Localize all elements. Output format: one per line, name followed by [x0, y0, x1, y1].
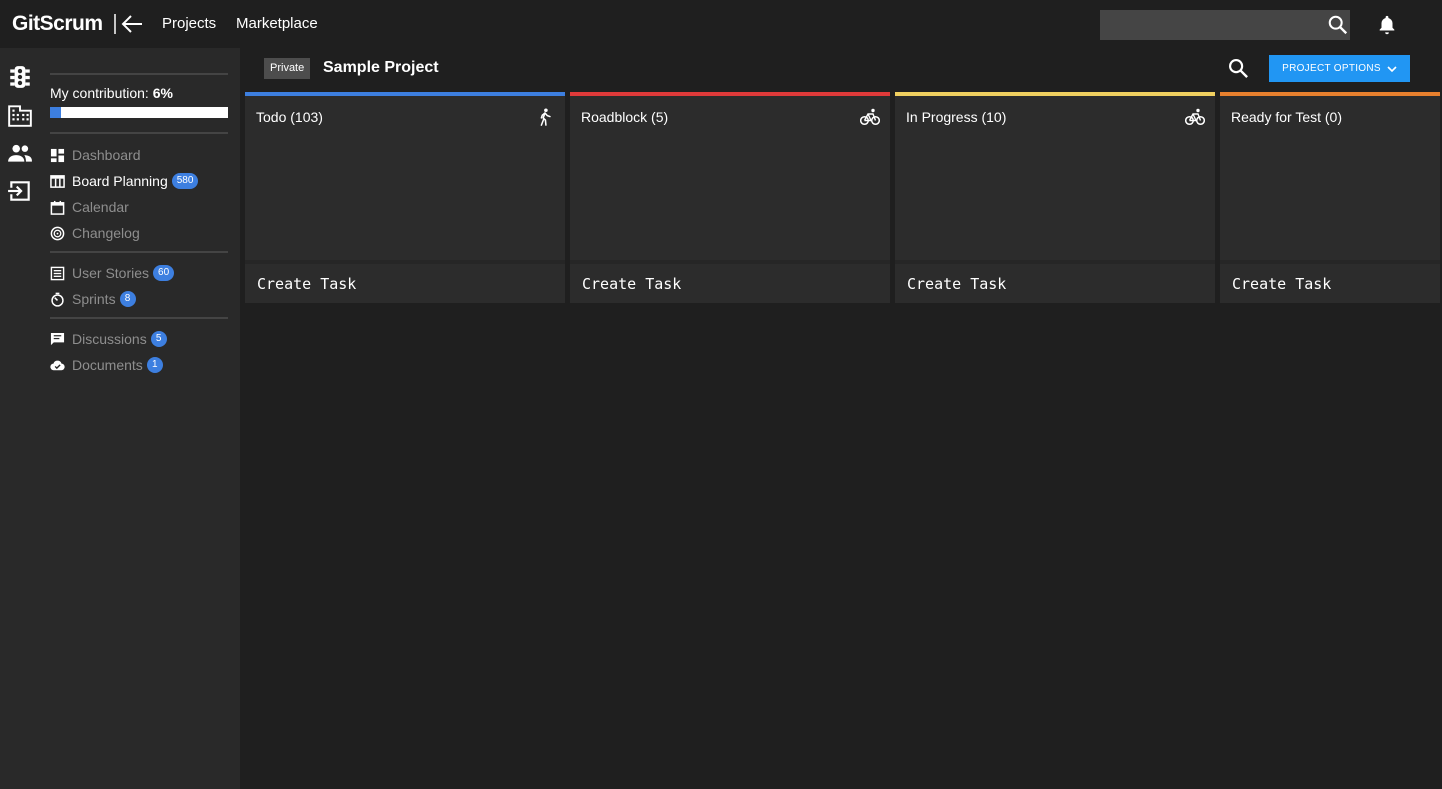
building-icon[interactable]	[7, 102, 33, 128]
dashboard-icon	[50, 148, 65, 162]
board-column-ready-for-test: Ready for Test (0) Create Task	[1220, 92, 1440, 303]
sidebar-item-discussions[interactable]: Discussions 5	[50, 329, 167, 349]
project-options-label: PROJECT OPTIONS	[1282, 63, 1381, 74]
search-input[interactable]	[1100, 10, 1350, 40]
column-title: Todo (103)	[256, 109, 323, 125]
visibility-tag: Private	[264, 58, 311, 79]
bell-icon[interactable]	[1376, 14, 1398, 36]
column-color-bar	[1220, 92, 1440, 96]
bike-icon	[860, 108, 880, 126]
column-color-bar	[895, 92, 1215, 96]
sidebar-item-label: Sprints	[72, 291, 116, 307]
column-color-bar	[570, 92, 890, 96]
progress-fill	[50, 107, 61, 118]
chat-icon	[50, 332, 65, 345]
count-badge: 5	[150, 331, 167, 347]
chevron-down-icon	[1387, 65, 1397, 72]
column-title: Ready for Test (0)	[1231, 109, 1343, 125]
list-icon	[50, 266, 65, 280]
contribution-label: My contribution: 6%	[50, 85, 173, 101]
sidebar: My contribution: 6% Dashboard Board Plan…	[40, 48, 240, 789]
sidebar-item-label: Changelog	[72, 225, 140, 241]
create-task-button[interactable]: Create Task	[895, 264, 1215, 303]
traffic-light-icon[interactable]	[7, 64, 33, 90]
count-badge: 580	[171, 173, 199, 189]
column-title: Roadblock (5)	[581, 109, 669, 125]
people-icon[interactable]	[7, 140, 33, 166]
board-icon	[50, 174, 65, 188]
create-task-button[interactable]: Create Task	[1220, 264, 1440, 303]
sidebar-item-sprints[interactable]: Sprints 8	[50, 289, 136, 309]
sidebar-item-label: Calendar	[72, 199, 129, 215]
exit-icon[interactable]	[7, 178, 33, 204]
sidebar-item-label: Documents	[72, 357, 143, 373]
nav-marketplace[interactable]: Marketplace	[236, 15, 318, 32]
sidebar-item-changelog[interactable]: Changelog	[50, 223, 140, 243]
nav-projects[interactable]: Projects	[162, 15, 216, 32]
count-badge: 1	[146, 357, 163, 373]
search-icon[interactable]	[1327, 14, 1349, 36]
board-column-todo: Todo (103) Create Task	[245, 92, 565, 303]
column-color-bar	[245, 92, 565, 96]
sidebar-item-label: Discussions	[72, 331, 147, 347]
changelog-icon	[50, 226, 65, 240]
walker-icon	[540, 108, 551, 126]
divider	[50, 251, 228, 253]
contribution-value: 6%	[152, 85, 173, 101]
sidebar-item-board-planning[interactable]: Board Planning 580	[50, 171, 199, 191]
sidebar-item-label: User Stories	[72, 265, 150, 281]
column-title: In Progress (10)	[906, 109, 1007, 125]
project-options-button[interactable]: PROJECT OPTIONS	[1269, 55, 1410, 82]
count-badge: 60	[153, 265, 175, 281]
top-bar: GitScrum Projects Marketplace	[0, 0, 1442, 48]
sidebar-item-user-stories[interactable]: User Stories 60	[50, 263, 175, 283]
sidebar-item-calendar[interactable]: Calendar	[50, 197, 129, 217]
timer-icon	[51, 292, 64, 307]
sidebar-item-documents[interactable]: Documents 1	[50, 355, 163, 375]
search-icon[interactable]	[1227, 57, 1250, 80]
sidebar-item-label: Dashboard	[72, 147, 141, 163]
page-title: Sample Project	[323, 59, 439, 76]
create-task-button[interactable]: Create Task	[570, 264, 890, 303]
board-column-roadblock: Roadblock (5) Create Task	[570, 92, 890, 303]
logo[interactable]: GitScrum	[12, 12, 103, 36]
contribution-progress-bar	[50, 107, 228, 118]
bike-icon	[1185, 108, 1205, 126]
count-badge: 8	[119, 291, 136, 307]
create-task-button[interactable]: Create Task	[245, 264, 565, 303]
icon-rail	[0, 48, 40, 789]
sidebar-item-dashboard[interactable]: Dashboard	[50, 145, 141, 165]
back-arrow-icon[interactable]	[113, 12, 145, 36]
board-column-in-progress: In Progress (10) Create Task	[895, 92, 1215, 303]
calendar-icon	[50, 200, 65, 215]
divider	[50, 132, 228, 134]
sidebar-item-label: Board Planning	[72, 173, 168, 189]
divider	[50, 317, 228, 319]
cloud-icon	[50, 360, 65, 370]
divider	[50, 73, 228, 75]
